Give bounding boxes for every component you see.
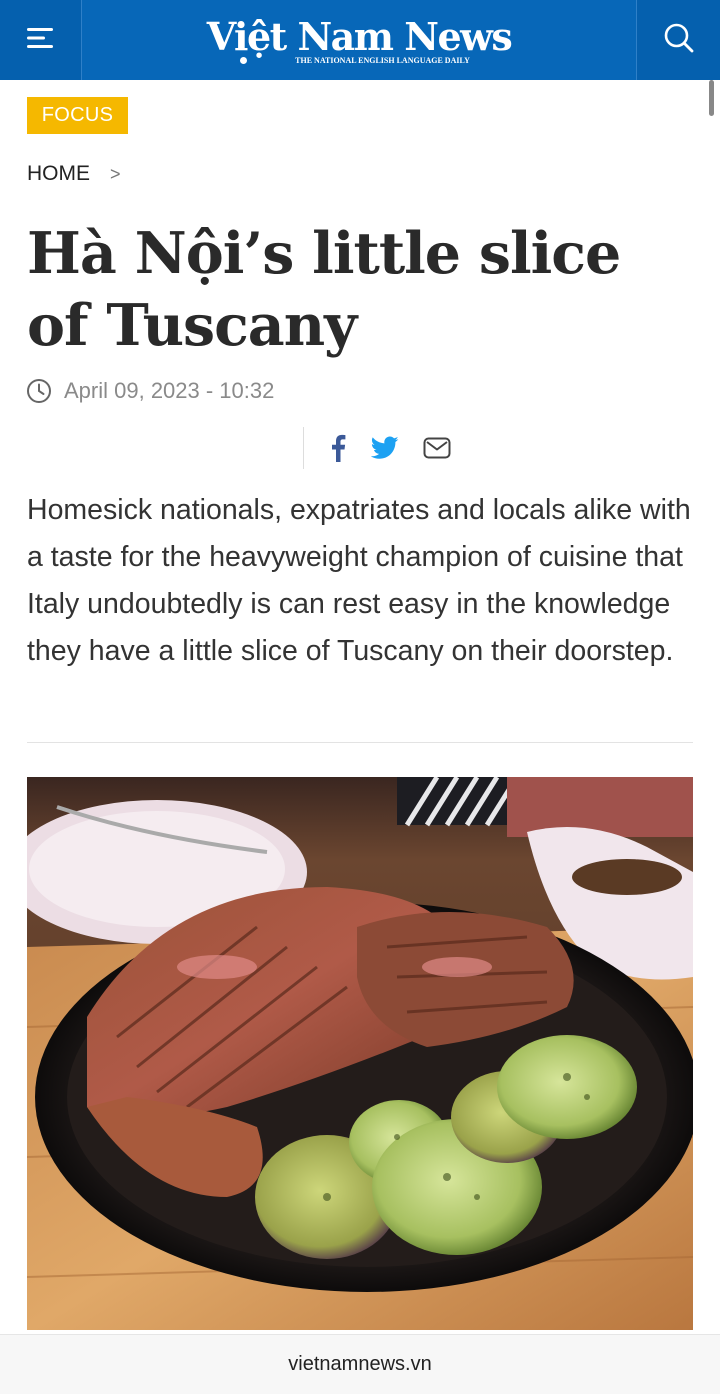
search-icon xyxy=(663,22,695,59)
article-date: April 09, 2023 - 10:32 xyxy=(64,378,275,403)
site-logo[interactable]: Việt Nam News THE NATIONAL ENGLISH LANGU… xyxy=(82,0,636,80)
mail-icon[interactable] xyxy=(422,437,452,459)
article-title: Hà Nội’s little slice of Tuscany xyxy=(27,220,621,359)
breadcrumb-home[interactable]: HOME xyxy=(27,162,90,186)
steak-skillet-image xyxy=(27,777,693,1330)
category-badge[interactable]: FOCUS xyxy=(27,97,128,134)
clock-icon xyxy=(26,378,52,404)
browser-url-bar[interactable]: vietnamnews.vn xyxy=(0,1334,720,1394)
logo-dot xyxy=(240,57,248,64)
search-button[interactable] xyxy=(636,0,720,80)
scrollbar[interactable] xyxy=(709,80,714,116)
share-bar xyxy=(303,427,452,469)
article-lead: Homesick nationals, expatriates and loca… xyxy=(27,494,691,667)
facebook-icon[interactable] xyxy=(326,434,350,462)
article-photo[interactable] xyxy=(27,777,693,1330)
breadcrumb: HOME > xyxy=(27,162,121,186)
menu-button[interactable] xyxy=(0,0,82,80)
divider xyxy=(27,742,693,743)
site-header: Việt Nam News THE NATIONAL ENGLISH LANGU… xyxy=(0,0,720,80)
logo-text: Việt Nam News xyxy=(206,14,513,59)
url-text: vietnamnews.vn xyxy=(288,1353,432,1375)
breadcrumb-separator: > xyxy=(110,163,121,184)
menu-icon xyxy=(26,27,55,54)
logo-tagline: THE NATIONAL ENGLISH LANGUAGE DAILY xyxy=(295,56,470,65)
article-date-row: April 09, 2023 - 10:32 xyxy=(26,378,274,404)
twitter-icon[interactable] xyxy=(370,436,400,460)
